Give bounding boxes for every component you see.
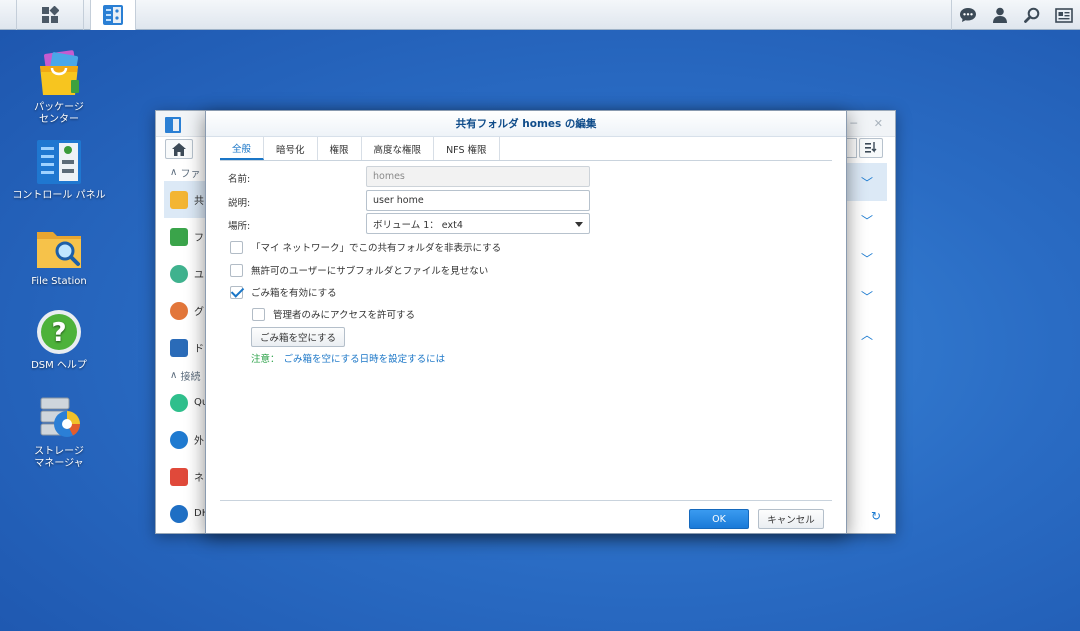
sidebar-item-label: ド [194, 344, 204, 355]
edit-shared-folder-dialog: 共有フォルダ homes の編集 全般 暗号化 権限 高度な権限 NFS 権限 … [205, 110, 847, 534]
admin-only-label: 管理者のみにアクセスを許可する [273, 310, 416, 321]
dropdown-caret-icon [575, 222, 583, 227]
svg-text:?: ? [51, 318, 66, 348]
description-field[interactable]: user home [366, 190, 590, 211]
cancel-button[interactable]: キャンセル [758, 509, 824, 529]
desktop-icon-label: File Station [31, 276, 87, 287]
widgets-icon [1055, 7, 1073, 23]
sidebar-item-label: ネ [194, 473, 204, 484]
tab-encryption[interactable]: 暗号化 [264, 137, 318, 160]
control-panel-icon [103, 5, 123, 25]
sort-icon [865, 142, 877, 153]
collapse-icon: ∧ [170, 166, 181, 178]
location-select-value: ボリューム 1： ext4 [373, 219, 463, 231]
hide-subfolders-checkbox[interactable] [230, 263, 243, 277]
home-button[interactable] [165, 139, 193, 159]
control-panel-icon [37, 140, 81, 184]
desktop-icon-label: ストレージ マネージャ [34, 446, 84, 469]
search-button[interactable] [1016, 0, 1048, 30]
sidebar-section-label: ファ [180, 168, 201, 180]
dhcp-icon [170, 504, 188, 523]
taskbar-control-panel-button[interactable] [90, 0, 136, 30]
desktop-icon-label: パッケージ センター [34, 102, 84, 125]
name-field: homes [366, 166, 590, 187]
control-panel-row-toggles: ﹀ ﹀ ﹀ ﹀ ︿ [847, 163, 887, 353]
desktop-icon-control-panel[interactable]: コントロール パネル [9, 138, 109, 202]
collapse-icon: ∧ [170, 369, 181, 381]
note-label: 注意： [251, 354, 280, 365]
user-icon [170, 264, 188, 283]
hide-network-checkbox[interactable] [230, 240, 243, 254]
user-icon [993, 7, 1007, 23]
minimize-icon[interactable]: ─ [850, 117, 857, 130]
desktop-icon-label: DSM ヘルプ [31, 360, 87, 371]
hide-subfolders-option[interactable]: 無許可のユーザーにサブフォルダとファイルを見せない [230, 263, 488, 277]
recycle-bin-note: 注意： ごみ箱を空にする日時を設定するには [251, 351, 445, 365]
admin-only-checkbox[interactable] [252, 307, 265, 321]
desktop-icon-package-center[interactable]: パッケージ センター [9, 50, 109, 126]
close-icon[interactable]: ✕ [874, 117, 883, 130]
grid-icon [42, 6, 59, 23]
home-icon [172, 142, 186, 156]
taskbar [0, 0, 1080, 30]
expand-chevron-icon[interactable]: ﹀ [847, 277, 887, 315]
main-menu-button[interactable] [16, 0, 84, 30]
location-label: 場所: [228, 221, 251, 232]
storage-manager-icon [40, 397, 80, 437]
sidebar-item-label: グ [194, 307, 204, 318]
chat-icon [960, 8, 976, 22]
tab-general[interactable]: 全般 [220, 137, 265, 160]
domain-icon [170, 338, 188, 357]
expand-chevron-icon[interactable]: ﹀ [847, 201, 887, 239]
empty-recycle-bin-button[interactable]: ごみ箱を空にする [251, 327, 345, 347]
control-panel-icon [165, 117, 181, 133]
refresh-icon[interactable]: ↻ [871, 509, 881, 523]
sidebar-item-label: 共 [194, 196, 204, 207]
package-center-icon [40, 50, 79, 95]
sort-button[interactable] [859, 138, 883, 158]
dsm-help-icon: ? [37, 310, 81, 354]
user-button[interactable] [984, 0, 1016, 30]
ok-button[interactable]: OK [689, 509, 749, 529]
desktop-icon-label: コントロール パネル [12, 190, 106, 201]
location-select[interactable]: ボリューム 1： ext4 [366, 213, 590, 234]
quickconnect-icon [170, 393, 188, 412]
hide-subfolders-label: 無許可のユーザーにサブフォルダとファイルを見せない [251, 266, 489, 277]
tab-advanced-permissions[interactable]: 高度な権限 [362, 137, 435, 160]
admin-only-option[interactable]: 管理者のみにアクセスを許可する [252, 307, 415, 321]
search-icon [1024, 7, 1040, 23]
desktop-icon-file-station[interactable]: File Station [9, 224, 109, 288]
dialog-footer-divider [220, 500, 832, 501]
chat-button[interactable] [952, 0, 984, 30]
name-label: 名前: [228, 174, 251, 185]
collapse-chevron-icon[interactable]: ︿ [847, 315, 887, 353]
sidebar-item-label: ユ [194, 270, 204, 281]
expand-chevron-icon[interactable]: ﹀ [847, 239, 887, 277]
tab-nfs-permissions[interactable]: NFS 権限 [434, 137, 500, 160]
widgets-button[interactable] [1048, 0, 1080, 30]
schedule-empty-link[interactable]: ごみ箱を空にする日時を設定するには [284, 351, 446, 365]
tab-permissions[interactable]: 権限 [318, 137, 362, 160]
hide-network-option[interactable]: 「マイ ネットワーク」でこの共有フォルダを非表示にする [230, 240, 501, 254]
hide-network-label: 「マイ ネットワーク」でこの共有フォルダを非表示にする [251, 243, 502, 254]
sidebar-item-label: 外 [194, 436, 204, 447]
recycle-bin-label: ごみ箱を有効にする [251, 288, 337, 299]
network-icon [170, 467, 188, 486]
shared-folder-icon [170, 190, 188, 209]
desktop-icon-storage-manager[interactable]: ストレージ マネージャ [9, 394, 109, 470]
dialog-tabs: 全般 暗号化 権限 高度な権限 NFS 権限 [220, 137, 832, 161]
expand-chevron-icon[interactable]: ﹀ [847, 163, 887, 201]
file-station-icon [37, 232, 81, 268]
desktop-icon-dsm-help[interactable]: ? DSM ヘルプ [9, 308, 109, 372]
sidebar-item-label: フ [194, 233, 204, 244]
group-icon [170, 301, 188, 320]
recycle-bin-option[interactable]: ごみ箱を有効にする [230, 285, 337, 299]
recycle-bin-checkbox[interactable] [230, 285, 243, 299]
dialog-title: 共有フォルダ homes の編集 [206, 111, 846, 137]
file-services-icon [170, 227, 188, 246]
sidebar-section-label: 接続 [180, 371, 201, 383]
taskbar-tray [951, 0, 1080, 30]
globe-icon [170, 430, 188, 449]
description-label: 説明: [228, 198, 251, 209]
